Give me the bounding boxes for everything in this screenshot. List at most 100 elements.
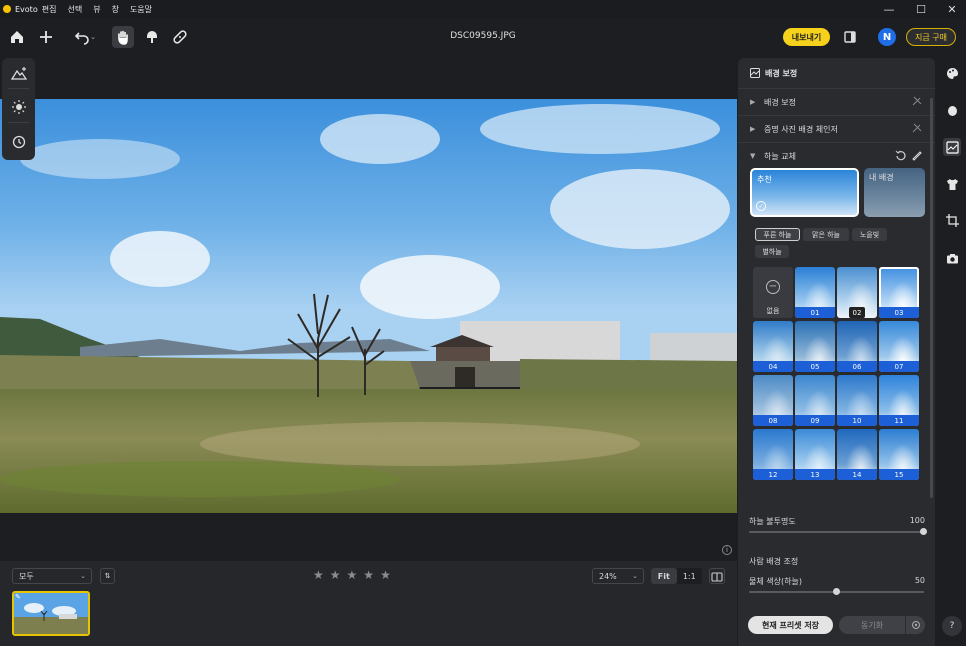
sky-preset-12[interactable]: 12 [753, 429, 793, 480]
sync-button[interactable]: 동기화 [839, 616, 905, 634]
edit-off-icon[interactable] [911, 95, 923, 107]
help-button[interactable]: ? [942, 616, 962, 636]
star-rating: ★ ★ ★ ★ ★ [313, 569, 391, 581]
close-button[interactable]: ✕ [937, 0, 966, 18]
sky-preset-number: 15 [879, 469, 919, 480]
star-icon[interactable]: ★ [363, 569, 374, 581]
star-icon[interactable]: ★ [330, 569, 341, 581]
info-icon[interactable]: i [722, 545, 732, 555]
sky-preset-number: 02 [849, 307, 865, 318]
tab-label: 내 배경 [869, 173, 894, 182]
face-button[interactable] [943, 102, 961, 120]
sky-none-option[interactable]: − 없음 [753, 267, 793, 318]
menu-item[interactable]: 선택 [67, 4, 82, 15]
minimize-button[interactable]: — [874, 0, 904, 18]
sky-preset-04[interactable]: 04 [753, 321, 793, 372]
chip-sunset[interactable]: 노을빛 [852, 228, 887, 241]
menu-item[interactable]: 편집 [42, 4, 57, 15]
sky-preset-06[interactable]: 06 [837, 321, 877, 372]
thumbnail-image [14, 593, 88, 634]
main-toolbar: ⌄ DSC09595.JPG 내보내기 N 지금 구매 [0, 18, 966, 58]
sky-none-label: 없음 [766, 307, 780, 315]
photo-thumbnail[interactable]: ✎ [12, 591, 90, 636]
section-id-photo-changer[interactable]: ▶ 증명 사진 배경 체인저 [738, 115, 935, 141]
sky-preset-07[interactable]: 07 [879, 321, 919, 372]
photo-preview[interactable] [0, 99, 737, 513]
ai-adjust-button[interactable] [8, 62, 30, 84]
tab-my-backgrounds[interactable]: 내 배경 [864, 168, 925, 217]
mountain-sparkle-icon [11, 67, 27, 80]
edit-off-icon[interactable] [911, 122, 923, 134]
sky-preset-09[interactable]: 09 [795, 375, 835, 426]
sort-button[interactable]: ⇅ [100, 568, 115, 584]
tab-recommended[interactable]: 추천 ✓ [750, 168, 859, 217]
caret-right-icon: ▶ [750, 98, 756, 106]
chip-clear-sky[interactable]: 맑은 하늘 [803, 228, 849, 241]
save-preset-button[interactable]: 현재 프리셋 저장 [748, 616, 833, 634]
sky-preset-number: 03 [879, 307, 919, 318]
light-adjust-button[interactable] [8, 96, 30, 118]
filmstrip-bar: 모두 ⌄ ⇅ ★ ★ ★ ★ ★ 24% ⌄ Fit 1:1 ✎ [0, 561, 737, 646]
panel-export-icon [844, 31, 856, 43]
compare-button[interactable] [709, 568, 725, 584]
subject-color-slider-knob[interactable] [832, 588, 840, 595]
export-button[interactable]: 내보내기 [783, 28, 830, 46]
maximize-button[interactable]: ☐ [906, 0, 936, 18]
section-sky-replace[interactable]: ▼ 하늘 교체 [738, 142, 935, 168]
panel-title: 배경 보정 [765, 69, 798, 78]
edit-icon[interactable] [911, 149, 923, 161]
tool-divider [8, 122, 29, 123]
sky-preset-13[interactable]: 13 [795, 429, 835, 480]
background-button[interactable] [943, 138, 961, 156]
clothing-button[interactable] [943, 175, 961, 193]
evoto-logo-icon [3, 5, 11, 13]
zoom-select[interactable]: 24% ⌄ [592, 568, 644, 584]
fit-button[interactable]: Fit [651, 568, 677, 584]
sky-preset-15[interactable]: 15 [879, 429, 919, 480]
user-avatar[interactable]: N [878, 28, 896, 46]
face-icon [947, 105, 957, 116]
buy-now-button[interactable]: 지금 구매 [906, 28, 956, 46]
subject-color-label: 물체 색상(하늘) [749, 577, 802, 586]
crop-button[interactable] [943, 211, 961, 229]
sky-preset-01[interactable]: 01 [795, 267, 835, 318]
star-icon[interactable]: ★ [347, 569, 358, 581]
sky-preset-02[interactable]: 02 [837, 267, 877, 318]
opacity-slider-knob[interactable] [920, 528, 927, 535]
none-icon: − [766, 280, 780, 294]
star-icon[interactable]: ★ [313, 569, 324, 581]
actual-size-button[interactable]: 1:1 [677, 568, 703, 584]
left-tool-panel [2, 58, 35, 160]
sky-preset-05[interactable]: 05 [795, 321, 835, 372]
sky-preset-03[interactable]: 03 [879, 267, 919, 318]
palette-button[interactable] [943, 64, 961, 82]
menu-item[interactable]: 도움말 [130, 4, 152, 15]
opacity-slider-track[interactable] [749, 531, 924, 533]
right-module-strip: ? [938, 58, 966, 646]
section-background-adjust[interactable]: ▶ 배경 보정 [738, 88, 935, 114]
chip-starry-sky[interactable]: 별하늘 [755, 245, 789, 258]
sky-preset-08[interactable]: 08 [753, 375, 793, 426]
sync-options-button[interactable] [906, 616, 925, 634]
history-button[interactable] [8, 131, 30, 153]
background-image-icon [945, 140, 959, 154]
menu-item[interactable]: 창 [112, 4, 119, 15]
camera-button[interactable] [943, 249, 961, 267]
star-icon[interactable]: ★ [380, 569, 391, 581]
sky-preset-11[interactable]: 11 [879, 375, 919, 426]
reset-icon[interactable] [895, 149, 907, 161]
subject-color-value: 50 [914, 576, 925, 585]
sky-preset-10[interactable]: 10 [837, 375, 877, 426]
tab-label: 추천 [757, 175, 772, 184]
section-label: 배경 보정 [764, 98, 796, 107]
camera-icon [946, 253, 958, 263]
chip-blue-sky[interactable]: 푸른 하늘 [755, 228, 800, 241]
sky-preset-14[interactable]: 14 [837, 429, 877, 480]
panel-scrollbar[interactable] [930, 98, 933, 498]
sky-preset-number: 04 [753, 361, 793, 372]
filter-select[interactable]: 모두 ⌄ [12, 568, 92, 584]
panel-toggle-button[interactable] [839, 26, 861, 48]
menu-item[interactable]: 뷰 [93, 4, 100, 15]
palette-icon [946, 67, 958, 79]
sky-preset-number: 13 [795, 469, 835, 480]
